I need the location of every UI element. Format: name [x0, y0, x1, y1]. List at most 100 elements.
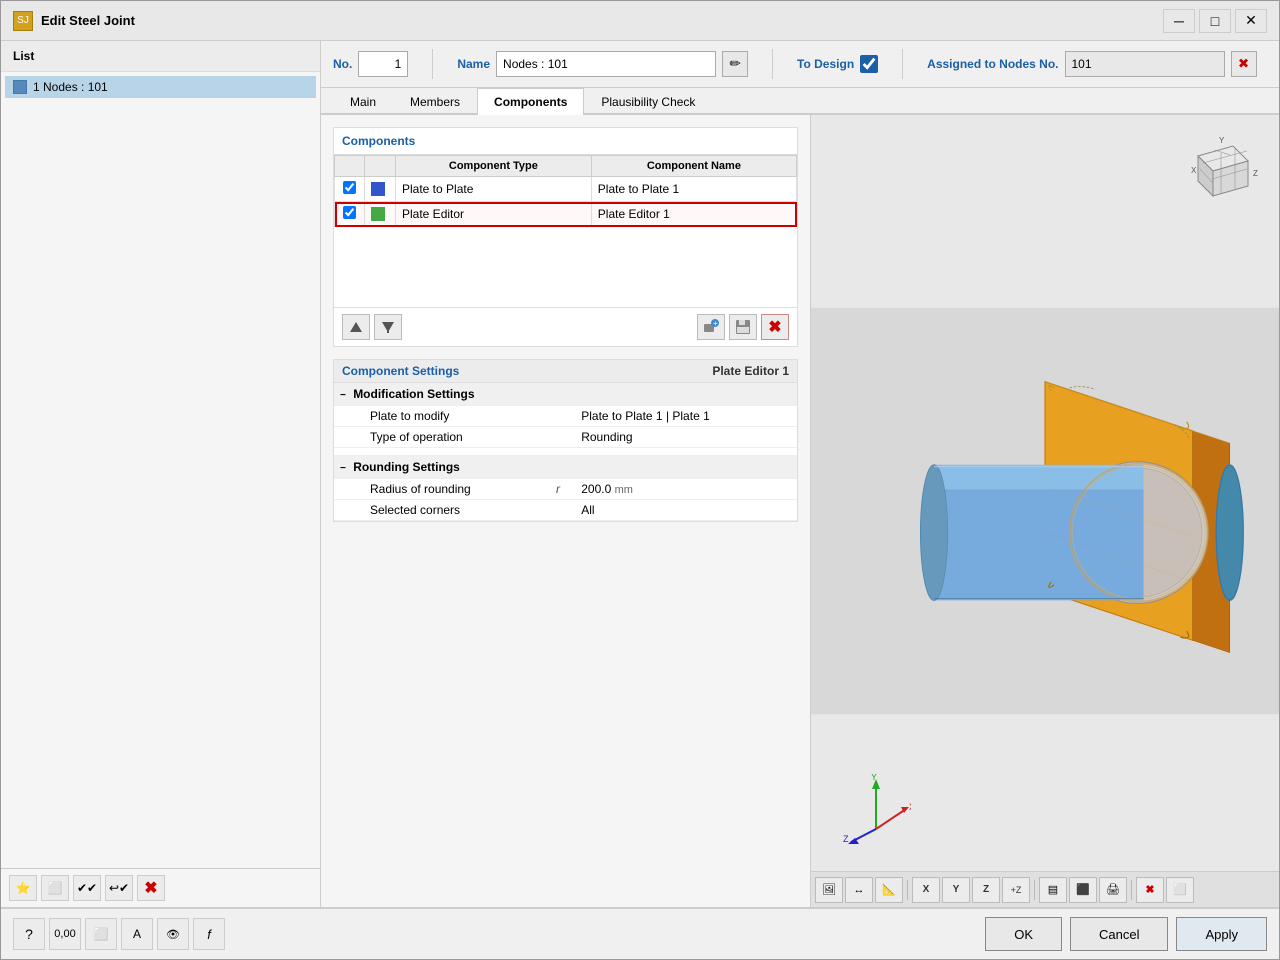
table-empty-space [334, 227, 797, 307]
vp-sep-3 [1131, 880, 1132, 900]
vp-zaxis-button[interactable]: Z [972, 877, 1000, 903]
vp-print-button[interactable]: 🖨 [1099, 877, 1127, 903]
settings-row: Plate to modify Plate to Plate 1 | Plate… [334, 406, 797, 427]
nav-cube[interactable]: Y X Z [1183, 131, 1263, 211]
label-button[interactable]: A [121, 918, 153, 950]
edit-name-button[interactable]: ✏ [722, 51, 748, 77]
components-section-title: Components [334, 128, 797, 155]
close-button[interactable]: ✕ [1235, 9, 1267, 33]
header-separator-2 [772, 49, 773, 79]
vp-xred-button[interactable]: ✖ [1136, 877, 1164, 903]
scene-container: Y X Z Y [811, 115, 1279, 907]
row-check-1[interactable] [335, 177, 365, 202]
radius-unit: mm [615, 484, 633, 496]
help-button[interactable]: ? [13, 918, 45, 950]
comp-checkbox-2[interactable] [343, 206, 356, 219]
type-of-operation-symbol [550, 427, 575, 448]
components-section: Components Component Type Component Name [333, 127, 798, 347]
vp-solid-button[interactable]: ⬛ [1069, 877, 1097, 903]
type-of-operation-value[interactable]: Rounding [575, 427, 797, 448]
radius-label: Radius of rounding [350, 479, 550, 500]
no-input[interactable] [358, 51, 408, 77]
corners-value[interactable]: All [575, 500, 797, 521]
add-component-button[interactable]: + [697, 314, 725, 340]
assigned-label: Assigned to Nodes No. [927, 57, 1058, 71]
settings-row: Type of operation Rounding [334, 427, 797, 448]
row-color-1 [365, 177, 396, 202]
assign-nodes-button[interactable]: ✖ [1231, 51, 1257, 77]
ok-button[interactable]: OK [985, 917, 1062, 951]
title-bar-left: SJ Edit Steel Joint [13, 11, 135, 31]
formula-button[interactable]: f [193, 918, 225, 950]
table-row[interactable]: Plate to Plate Plate to Plate 1 [335, 177, 797, 202]
settings-active-name: Plate Editor 1 [712, 364, 789, 378]
viewport-toolbar: 🖼 ↔ 📐 X Y Z +Z ▤ ⬛ 🖨 ✖ ⬜ [811, 871, 1279, 907]
vp-measure-button[interactable]: 📐 [875, 877, 903, 903]
vp-fullscreen-button[interactable]: ⬜ [1166, 877, 1194, 903]
vp-render-button[interactable]: 🖼 [815, 877, 843, 903]
decimal-button[interactable]: 0,00 [49, 918, 81, 950]
add-item-button[interactable]: ⭐ [9, 875, 37, 901]
vp-sep-1 [907, 880, 908, 900]
vp-yaxis-button[interactable]: Y [942, 877, 970, 903]
row-type-2: Plate Editor [396, 202, 592, 227]
list-item-icon [13, 80, 27, 94]
vp-layer-button[interactable]: ▤ [1039, 877, 1067, 903]
color-swatch-green [371, 207, 385, 221]
plate-to-modify-label: Plate to modify [350, 406, 550, 427]
cancel-button[interactable]: Cancel [1070, 917, 1168, 951]
tab-components[interactable]: Components [477, 88, 584, 115]
apply-button[interactable]: Apply [1176, 917, 1267, 951]
save-component-button[interactable] [729, 314, 757, 340]
tab-main[interactable]: Main [333, 88, 393, 115]
title-bar: SJ Edit Steel Joint ─ □ ✕ [1, 1, 1279, 41]
vp-xaxis-button[interactable]: X [912, 877, 940, 903]
svg-text:+: + [713, 319, 718, 328]
svg-text:Y: Y [871, 774, 877, 782]
row-name-2: Plate Editor 1 [591, 202, 796, 227]
two-col-area: Components Component Type Component Name [321, 115, 1279, 907]
table-row[interactable]: Plate Editor Plate Editor 1 [335, 202, 797, 227]
move-down-button[interactable] [374, 314, 402, 340]
tab-members[interactable]: Members [393, 88, 477, 115]
col-color [365, 156, 396, 177]
settings-row: Radius of rounding r 200.0 mm [334, 479, 797, 500]
minimize-button[interactable]: ─ [1163, 9, 1195, 33]
spacer-row [334, 448, 797, 456]
arrow-up-icon [348, 319, 364, 335]
svg-text:Z: Z [1253, 169, 1258, 178]
to-design-checkbox[interactable] [860, 55, 878, 73]
row-check-2[interactable] [335, 202, 365, 227]
title-controls: ─ □ ✕ [1163, 9, 1267, 33]
view-button[interactable]: ⬜ [85, 918, 117, 950]
delete-item-button[interactable]: ✖ [137, 875, 165, 901]
list-item[interactable]: 1 Nodes : 101 [5, 76, 316, 98]
to-design-field: To Design [797, 55, 878, 73]
rounding-group-label: Rounding Settings [353, 460, 460, 474]
tab-plausibility[interactable]: Plausibility Check [584, 88, 712, 115]
header-separator-1 [432, 49, 433, 79]
viewport[interactable]: Y X Z Y [811, 115, 1279, 907]
save-icon [734, 318, 752, 336]
svg-text:Z: Z [843, 834, 849, 844]
delete-component-button[interactable]: ✖ [761, 314, 789, 340]
render-bottom-button[interactable]: 👁 [157, 918, 189, 950]
window-title: Edit Steel Joint [41, 13, 135, 28]
collapse-modification-button[interactable]: − [340, 390, 346, 401]
maximize-button[interactable]: □ [1199, 9, 1231, 33]
arrow-down-icon [380, 319, 396, 335]
corners-label: Selected corners [350, 500, 550, 521]
collapse-rounding-button[interactable]: − [340, 463, 346, 474]
comp-checkbox-1[interactable] [343, 181, 356, 194]
vp-move-button[interactable]: ↔ [845, 877, 873, 903]
radius-value[interactable]: 200.0 mm [575, 479, 797, 500]
plate-to-modify-value[interactable]: Plate to Plate 1 | Plate 1 [575, 406, 797, 427]
move-up-button[interactable] [342, 314, 370, 340]
assigned-input[interactable] [1065, 51, 1225, 77]
uncheck-button[interactable]: ↩✔ [105, 875, 133, 901]
add-comp-icon: + [702, 318, 720, 336]
vp-zplus-button[interactable]: +Z [1002, 877, 1030, 903]
name-input[interactable] [496, 51, 716, 77]
copy-item-button[interactable]: ⬜ [41, 875, 69, 901]
check-all-button[interactable]: ✔✔ [73, 875, 101, 901]
